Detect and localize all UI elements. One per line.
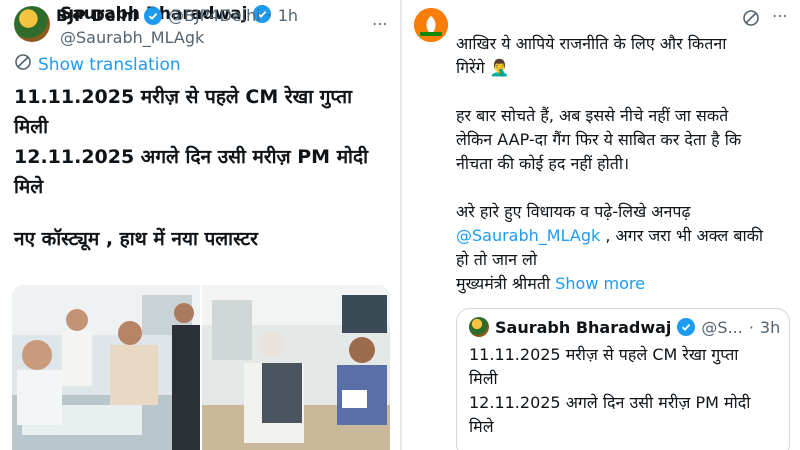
tweet-line: 11.11.2025 मरीज़ से पहले CM रेखा गुप्ता bbox=[14, 86, 353, 108]
tweet-line: नीचता की कोई हद नहीं होती। bbox=[456, 154, 630, 173]
tweet-text: आखिर ये आपिये राजनीति के लिए और कितना गि… bbox=[456, 32, 796, 296]
tweet-line-head: मुख्यमंत्री श्रीमती bbox=[456, 274, 551, 293]
quoted-author-handle: @S... bbox=[701, 317, 743, 337]
tweet-line: हो तो जान लो bbox=[456, 250, 538, 269]
quoted-author-avatar bbox=[469, 317, 489, 337]
hospital-photo-pm-visit[interactable] bbox=[202, 285, 390, 450]
quoted-tweet-text: 11.11.2025 मरीज़ से पहले CM रेखा गुप्ता … bbox=[469, 343, 779, 439]
tweet-line: गिरेंगे 🤦‍♂️ bbox=[456, 58, 510, 77]
tweet-line: मिली bbox=[469, 369, 498, 388]
author-handle[interactable]: @Saurabh_MLAgk bbox=[60, 28, 204, 47]
translate-icon bbox=[14, 53, 32, 76]
left-tweet: Saurabh Bharadwaj @Saurabh_MLAgk ⋯ Show … bbox=[0, 0, 400, 450]
author-name[interactable]: BJP Delhi bbox=[56, 6, 138, 25]
tweet-line: 12.11.2025 अगले दिन उसी मरीज़ PM मोदी bbox=[469, 393, 751, 412]
tweet-line: मिले bbox=[469, 417, 494, 436]
timestamp[interactable]: 1h bbox=[278, 6, 298, 25]
tweet-line: लेकिन AAP-दा गैंग फिर ये साबित कर देता ह… bbox=[456, 130, 742, 149]
quoted-header: Saurabh Bharadwaj @S... · 3h bbox=[469, 317, 780, 337]
tweet-line: अरे हारे हुए विधायक व पढ़े-लिखे अनपढ़ bbox=[456, 202, 691, 221]
bjp-header: BJP Delhi @BJP4Delhi · 1h bbox=[56, 6, 298, 25]
mention-link[interactable]: @Saurabh_MLAgk bbox=[456, 226, 600, 245]
tweet-line: मुख्यमंत्री श्रीमती Show more bbox=[456, 272, 796, 296]
bjp-logo-avatar[interactable] bbox=[414, 8, 448, 42]
tweet-line: आखिर ये आपिये राजनीति के लिए और कितना bbox=[456, 34, 727, 53]
author-handle[interactable]: @BJP4Delhi bbox=[168, 6, 261, 25]
quoted-timestamp: 3h bbox=[759, 317, 781, 337]
tweet-line: नए कॉस्ट्यूम , हाथ में नया पलास्टर bbox=[14, 228, 258, 250]
show-translation-label[interactable]: Show translation bbox=[38, 55, 181, 75]
quoted-tweet-card[interactable]: Saurabh Bharadwaj @S... · 3h 11.11.2025 … bbox=[456, 308, 790, 450]
show-translation-link[interactable]: Show translation bbox=[14, 53, 181, 76]
author-avatar[interactable] bbox=[14, 6, 50, 42]
more-options-icon[interactable]: ⋯ bbox=[772, 6, 788, 25]
tweet-text: 11.11.2025 मरीज़ से पहले CM रेखा गुप्ता … bbox=[14, 82, 394, 254]
tweet-line: मिली bbox=[14, 116, 49, 138]
tweet-line: 11.11.2025 मरीज़ से पहले CM रेखा गुप्ता bbox=[469, 345, 739, 364]
tweet-line-tail: , अगर जरा भी अक्ल बाकी bbox=[600, 226, 764, 245]
separator-dot: · bbox=[266, 6, 272, 25]
show-more-link[interactable]: Show more bbox=[555, 274, 645, 293]
verified-badge-icon bbox=[143, 6, 162, 25]
tweet-line: @Saurabh_MLAgk , अगर जरा भी अक्ल बाकी bbox=[456, 224, 796, 248]
hospital-photo-cm-visit[interactable] bbox=[12, 285, 200, 450]
grok-icon[interactable] bbox=[742, 9, 760, 31]
separator-dot: · bbox=[748, 317, 754, 337]
tweet-line: मिले bbox=[14, 176, 44, 198]
verified-badge-icon bbox=[677, 318, 696, 336]
tweet-line: 12.11.2025 अगले दिन उसी मरीज़ PM मोदी bbox=[14, 146, 368, 168]
more-options-icon[interactable]: ⋯ bbox=[372, 14, 389, 33]
tweet-line: हर बार सोचते हैं, अब इससे नीचे नहीं जा स… bbox=[456, 106, 729, 125]
quoted-author-name: Saurabh Bharadwaj bbox=[495, 317, 672, 337]
